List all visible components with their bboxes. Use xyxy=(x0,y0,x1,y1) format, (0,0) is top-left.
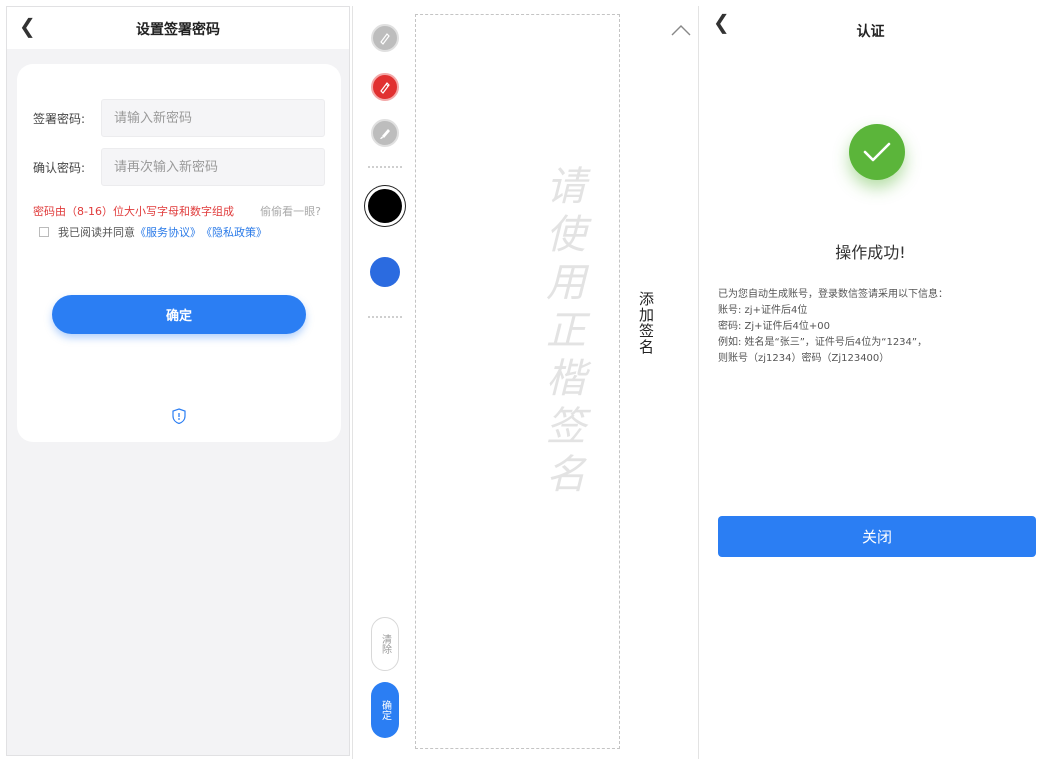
info-line: 密码: Zj+证件后4位+00 xyxy=(718,321,831,332)
confirm-row: 确认密码: xyxy=(33,148,325,186)
pen-icon xyxy=(380,33,390,45)
chevron-up-icon[interactable] xyxy=(671,24,691,36)
success-message: 操作成功! xyxy=(835,243,906,262)
color-blue-swatch[interactable] xyxy=(370,257,400,287)
header-bar: ❮ 设置签署密码 xyxy=(7,7,349,49)
account-info: 已为您自动生成账号，登录数信签请采用以下信息： 账号: zj+证件后4位 密码:… xyxy=(718,287,1018,367)
service-agreement-link[interactable]: 《服务协议》 xyxy=(135,224,201,240)
brush-icon xyxy=(380,129,390,139)
password-rule-text: 密码由（8-16）位大小写字母和数字组成 xyxy=(33,205,234,218)
info-line: 账号: zj+证件后4位 xyxy=(718,305,808,316)
divider xyxy=(368,316,402,318)
confirm-button[interactable]: 确定 xyxy=(52,295,306,334)
signature-watermark: 请使用正楷签名 xyxy=(539,165,585,501)
password-row: 签署密码: xyxy=(33,99,325,137)
auth-result-screen: ❮ 认证 操作成功! 已为您自动生成账号，登录数信签请采用以下信息： 账号: z… xyxy=(702,6,1039,759)
add-signature-label: 添加签名 xyxy=(637,291,655,355)
close-button[interactable]: 关闭 xyxy=(718,516,1036,557)
pencil-icon xyxy=(380,82,390,94)
signature-screen: 请使用正楷签名 添加签名 清除 确定 xyxy=(352,6,699,759)
agree-checkbox[interactable] xyxy=(39,227,49,237)
pencil-tool[interactable] xyxy=(371,73,399,101)
pen-tool[interactable] xyxy=(371,24,399,52)
page-title: 设置签署密码 xyxy=(136,22,220,38)
confirm-label: 确认密码: xyxy=(33,161,86,175)
info-line: 已为您自动生成账号，登录数信签请采用以下信息： xyxy=(718,289,948,300)
confirm-password-input[interactable] xyxy=(101,148,325,186)
signature-confirm-button[interactable]: 确定 xyxy=(371,682,399,738)
divider xyxy=(368,166,402,168)
checkmark-icon xyxy=(863,142,891,162)
peek-password-link[interactable]: 偷偷看一眼? xyxy=(260,203,321,219)
page-title: 认证 xyxy=(856,24,885,40)
success-badge xyxy=(849,124,905,180)
password-label: 签署密码: xyxy=(33,112,86,126)
password-card: 签署密码: 确认密码: 密码由（8-16）位大小写字母和数字组成 偷偷看一眼? … xyxy=(17,64,341,442)
privacy-policy-link[interactable]: 《隐私政策》 xyxy=(201,224,267,240)
info-line: 例如: 姓名是“张三”，证件号后4位为“1234”， xyxy=(718,337,928,348)
clear-button[interactable]: 清除 xyxy=(371,617,399,671)
shield-icon xyxy=(172,408,186,424)
password-input[interactable] xyxy=(101,99,325,137)
agree-text: 我已阅读并同意 xyxy=(58,226,135,239)
signature-canvas[interactable]: 请使用正楷签名 xyxy=(415,14,620,749)
info-line: 则账号（zj1234）密码（Zj123400） xyxy=(718,353,890,364)
color-black-swatch[interactable] xyxy=(368,189,402,223)
brush-tool[interactable] xyxy=(371,119,399,147)
agreement-row: 我已阅读并同意 《服务协议》 《隐私政策》 xyxy=(39,224,267,240)
set-password-screen: ❮ 设置签署密码 签署密码: 确认密码: 密码由（8-16）位大小写字母和数字组… xyxy=(6,6,350,756)
